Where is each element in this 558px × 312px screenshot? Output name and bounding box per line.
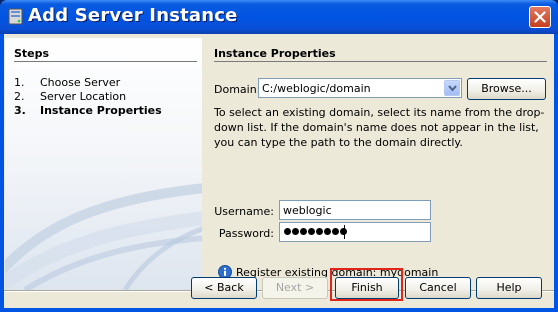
password-dot [300, 228, 307, 235]
text-caret [344, 225, 345, 239]
steps-title: Steps [14, 47, 50, 60]
back-button[interactable]: < Back [191, 277, 257, 299]
username-label: Username: [214, 205, 274, 218]
username-value: weblogic [283, 204, 332, 217]
browse-button[interactable]: Browse... [467, 78, 546, 100]
help-button[interactable]: Help [476, 277, 542, 299]
password-dot [284, 228, 291, 235]
step-item-server-location: 2. Server Location [14, 90, 127, 103]
step-item-instance-properties: 3. Instance Properties [14, 104, 162, 117]
close-icon [534, 11, 546, 23]
password-dot [316, 228, 323, 235]
password-dot [292, 228, 299, 235]
cancel-button[interactable]: Cancel [405, 277, 471, 299]
instance-properties-panel: Instance Properties Domain: C:/weblogic/… [202, 38, 554, 290]
password-mask [284, 228, 347, 235]
steps-panel: Steps 1. Choose Server 2. Server Location … [5, 38, 202, 290]
server-icon [8, 8, 23, 25]
next-button[interactable]: Next > [262, 277, 328, 299]
domain-value: C:/weblogic/domain [262, 82, 371, 95]
step-item-choose-server: 1. Choose Server [14, 76, 121, 89]
steps-divider [14, 61, 197, 62]
section-title: Instance Properties [214, 47, 336, 60]
domain-combobox[interactable]: C:/weblogic/domain [258, 78, 462, 98]
username-field[interactable]: weblogic [279, 200, 431, 220]
decorative-swoosh [5, 183, 202, 290]
password-dot [308, 228, 315, 235]
domain-dropdown-button[interactable] [444, 80, 460, 96]
domain-label: Domain: [214, 83, 261, 96]
dialog-body: Steps 1. Choose Server 2. Server Location … [4, 34, 554, 308]
password-dot [324, 228, 331, 235]
section-divider [214, 61, 547, 62]
password-label: Password: [218, 227, 274, 240]
domain-help-text: To select an existing domain, select its… [214, 106, 545, 149]
close-button[interactable] [529, 6, 551, 28]
password-field[interactable] [279, 222, 431, 242]
dialog-window: Add Server Instance Steps 1. Choose Serve… [0, 0, 558, 312]
chevron-down-icon [448, 85, 457, 92]
finish-highlight-box [330, 268, 403, 301]
title-bar[interactable]: Add Server Instance [0, 0, 558, 34]
window-title: Add Server Instance [28, 5, 238, 26]
password-dot [332, 228, 339, 235]
